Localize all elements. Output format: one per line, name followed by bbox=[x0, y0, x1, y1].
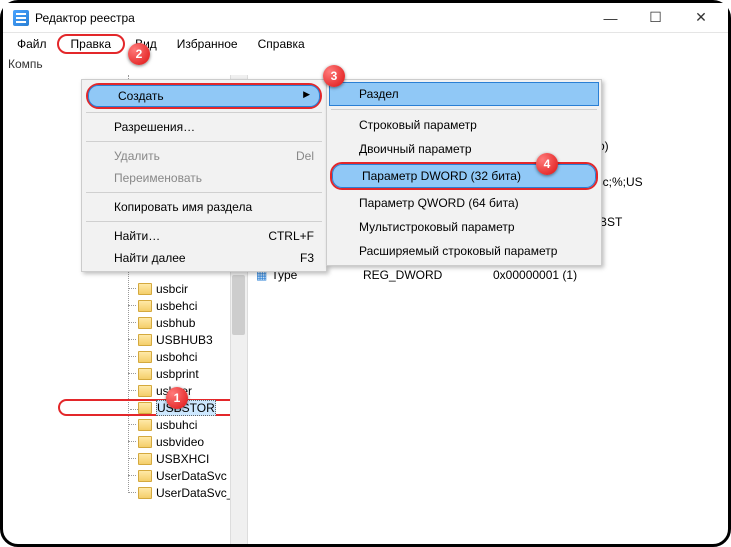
folder-icon bbox=[138, 419, 152, 431]
scroll-thumb[interactable] bbox=[232, 275, 245, 335]
folder-icon bbox=[138, 368, 152, 380]
tree-item-usbser[interactable]: usbser bbox=[58, 382, 247, 399]
tree-item-usbstor[interactable]: USBSTOR bbox=[58, 399, 247, 416]
tree-item-label: usbohci bbox=[156, 350, 197, 364]
table-row[interactable]: REG_DWORD 0x00000001 (1) bbox=[363, 268, 731, 282]
tree-item-usbehci[interactable]: usbehci bbox=[58, 297, 247, 314]
folder-icon bbox=[138, 300, 152, 312]
submenu-key[interactable]: Раздел bbox=[329, 82, 599, 106]
tree-item-label: USBXHCI bbox=[156, 452, 209, 466]
edit-menu: Создать▶ Разрешения… УдалитьDel Переимен… bbox=[81, 79, 327, 272]
tree-item-label: usbprint bbox=[156, 367, 199, 381]
menu-permissions[interactable]: Разрешения… bbox=[84, 116, 324, 138]
tree-item-label: usbehci bbox=[156, 299, 197, 313]
titlebar: Редактор реестра — ☐ ✕ bbox=[3, 3, 728, 33]
callout-3: 3 bbox=[323, 65, 345, 87]
tree-item-label: usbcir bbox=[156, 282, 188, 296]
submenu-binary[interactable]: Двоичный параметр bbox=[329, 137, 599, 161]
tree-item-label: USBHUB3 bbox=[156, 333, 213, 347]
menu-rename[interactable]: Переименовать bbox=[84, 167, 324, 189]
menu-delete[interactable]: УдалитьDel bbox=[84, 145, 324, 167]
tree-item-label: UserDataSvc_5 bbox=[156, 486, 240, 500]
submenu-multi[interactable]: Мультистроковый параметр bbox=[329, 215, 599, 239]
close-button[interactable]: ✕ bbox=[678, 3, 724, 32]
path-text: Компь bbox=[8, 57, 43, 71]
tree-item-usbhub3[interactable]: USBHUB3 bbox=[58, 331, 247, 348]
callout-4: 4 bbox=[536, 153, 558, 175]
menu-file[interactable]: Файл bbox=[7, 34, 57, 54]
tree-item-usbohci[interactable]: usbohci bbox=[58, 348, 247, 365]
menu-edit[interactable]: Правка bbox=[57, 34, 126, 54]
menu-help[interactable]: Справка bbox=[248, 34, 315, 54]
tree-item-usbxhci[interactable]: USBXHCI bbox=[58, 450, 247, 467]
tree-item-label: usbuhci bbox=[156, 418, 197, 432]
tree-item-usbcir[interactable]: usbcir bbox=[58, 280, 247, 297]
menu-find[interactable]: Найти…CTRL+F bbox=[84, 225, 324, 247]
menu-favorites[interactable]: Избранное bbox=[167, 34, 248, 54]
folder-icon bbox=[138, 283, 152, 295]
address-bar: Компь bbox=[3, 55, 728, 75]
tree-item-usbvideo[interactable]: usbvideo bbox=[58, 433, 247, 450]
submenu-qword[interactable]: Параметр QWORD (64 бита) bbox=[329, 191, 599, 215]
menu-find-next[interactable]: Найти далееF3 bbox=[84, 247, 324, 269]
menu-copy-key[interactable]: Копировать имя раздела bbox=[84, 196, 324, 218]
regedit-icon bbox=[13, 10, 29, 26]
submenu-string[interactable]: Строковый параметр bbox=[329, 113, 599, 137]
folder-icon bbox=[138, 470, 152, 482]
tree-item-label: usbvideo bbox=[156, 435, 204, 449]
tree-item-label: usbhub bbox=[156, 316, 195, 330]
tree-item-userdatasvc[interactable]: UserDataSvc bbox=[58, 467, 247, 484]
callout-1: 1 bbox=[166, 387, 188, 409]
tree-item-userdatasvc_5[interactable]: UserDataSvc_5 bbox=[58, 484, 247, 501]
folder-icon bbox=[138, 385, 152, 397]
tree-item-usbuhci[interactable]: usbuhci bbox=[58, 416, 247, 433]
folder-icon bbox=[138, 487, 152, 499]
folder-icon bbox=[138, 351, 152, 363]
tree-item-label: UserDataSvc bbox=[156, 469, 227, 483]
folder-icon bbox=[138, 402, 152, 414]
submenu-expand[interactable]: Расширяемый строковый параметр bbox=[329, 239, 599, 263]
maximize-button[interactable]: ☐ bbox=[633, 3, 678, 32]
folder-icon bbox=[138, 317, 152, 329]
minimize-button[interactable]: — bbox=[588, 3, 633, 32]
create-submenu: Раздел Строковый параметр Двоичный парам… bbox=[326, 79, 602, 266]
window-title: Редактор реестра bbox=[35, 11, 588, 25]
folder-icon bbox=[138, 453, 152, 465]
callout-2: 2 bbox=[128, 43, 150, 65]
folder-icon bbox=[138, 436, 152, 448]
folder-icon bbox=[138, 334, 152, 346]
menu-create[interactable]: Создать▶ bbox=[88, 85, 320, 107]
chevron-right-icon: ▶ bbox=[303, 89, 310, 103]
tree-item-usbhub[interactable]: usbhub bbox=[58, 314, 247, 331]
tree-item-usbprint[interactable]: usbprint bbox=[58, 365, 247, 382]
menubar: Файл Правка Вид Избранное Справка bbox=[3, 33, 728, 55]
